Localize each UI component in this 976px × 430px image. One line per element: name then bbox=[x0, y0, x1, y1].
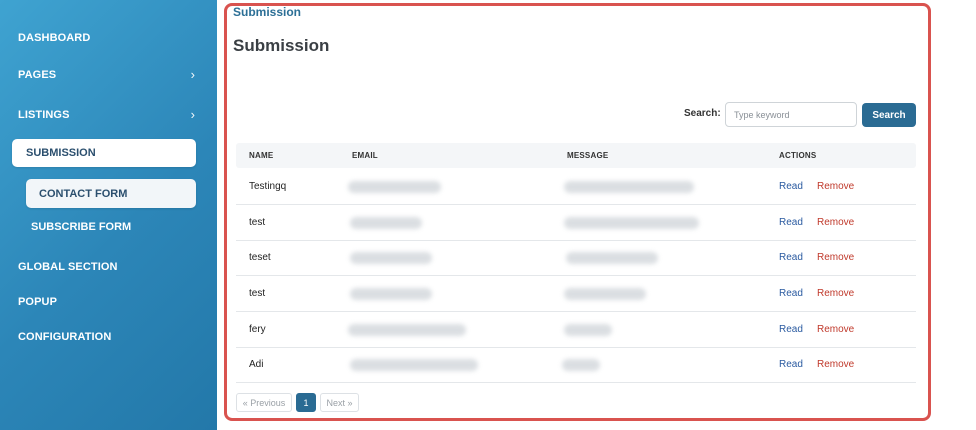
redacted-email bbox=[350, 288, 432, 300]
redacted-message bbox=[564, 217, 699, 229]
redacted-message bbox=[564, 324, 612, 336]
column-header-message: MESSAGE bbox=[567, 151, 609, 160]
sidebar-item-configuration[interactable]: CONFIGURATION bbox=[18, 331, 195, 343]
sidebar-item-label: SUBMISSION bbox=[26, 147, 96, 159]
redacted-email bbox=[348, 324, 466, 336]
remove-link[interactable]: Remove bbox=[817, 252, 854, 263]
column-header-email: EMAIL bbox=[352, 151, 378, 160]
search-label: Search: bbox=[684, 108, 721, 119]
sidebar: DASHBOARD PAGES › LISTINGS › SUBMISSION … bbox=[0, 0, 217, 430]
breadcrumb[interactable]: Submission bbox=[233, 5, 301, 19]
sidebar-item-label: GLOBAL SECTION bbox=[18, 261, 118, 273]
pagination-next[interactable]: Next » bbox=[320, 393, 359, 412]
search-input[interactable] bbox=[725, 102, 857, 127]
sidebar-item-subscribe-form[interactable]: SUBSCRIBE FORM bbox=[31, 221, 131, 233]
pagination-previous[interactable]: « Previous bbox=[236, 393, 292, 412]
read-link[interactable]: Read bbox=[779, 252, 803, 263]
cell-name: fery bbox=[249, 324, 266, 335]
pagination-page-1[interactable]: 1 bbox=[296, 393, 316, 412]
chevron-right-icon: › bbox=[190, 107, 195, 122]
column-header-name: NAME bbox=[249, 151, 274, 160]
cell-name: Testingq bbox=[249, 181, 287, 192]
read-link[interactable]: Read bbox=[779, 181, 803, 192]
sidebar-item-listings[interactable]: LISTINGS › bbox=[18, 107, 195, 122]
cell-name: test bbox=[249, 288, 266, 299]
table-row: teset Read Remove bbox=[236, 240, 916, 276]
redacted-message bbox=[566, 252, 658, 264]
sidebar-item-label: LISTINGS bbox=[18, 108, 70, 121]
sidebar-item-label: PAGES bbox=[18, 68, 57, 81]
remove-link[interactable]: Remove bbox=[817, 288, 854, 299]
redacted-email bbox=[350, 359, 478, 371]
redacted-email bbox=[350, 252, 432, 264]
sidebar-item-label: DASHBOARD bbox=[18, 32, 91, 44]
cell-name: Adi bbox=[249, 359, 264, 370]
sidebar-item-submission[interactable]: SUBMISSION bbox=[12, 139, 196, 167]
column-header-actions: ACTIONS bbox=[779, 151, 817, 160]
table-row: test Read Remove bbox=[236, 276, 916, 312]
sidebar-item-label: CONTACT FORM bbox=[39, 187, 128, 200]
chevron-right-icon: › bbox=[190, 67, 195, 82]
remove-link[interactable]: Remove bbox=[817, 181, 854, 192]
table-row: test Read Remove bbox=[236, 205, 916, 241]
cell-name: test bbox=[249, 217, 266, 228]
sidebar-item-pages[interactable]: PAGES › bbox=[18, 67, 195, 82]
redacted-message bbox=[564, 181, 694, 193]
sidebar-item-popup[interactable]: POPUP bbox=[18, 296, 195, 308]
read-link[interactable]: Read bbox=[779, 359, 803, 370]
redacted-message bbox=[564, 288, 646, 300]
table-header: NAME EMAIL MESSAGE ACTIONS bbox=[236, 143, 916, 168]
page-title: Submission bbox=[233, 36, 330, 55]
sidebar-item-dashboard[interactable]: DASHBOARD bbox=[18, 32, 195, 44]
sidebar-item-label: SUBSCRIBE FORM bbox=[31, 221, 132, 233]
cell-name: teset bbox=[249, 252, 271, 263]
remove-link[interactable]: Remove bbox=[817, 217, 854, 228]
redacted-message bbox=[562, 359, 600, 371]
read-link[interactable]: Read bbox=[779, 217, 803, 228]
redacted-email bbox=[350, 217, 422, 229]
read-link[interactable]: Read bbox=[779, 324, 803, 335]
table-row: Adi Read Remove bbox=[236, 347, 916, 383]
table-row: fery Read Remove bbox=[236, 312, 916, 348]
sidebar-item-label: POPUP bbox=[18, 296, 58, 308]
remove-link[interactable]: Remove bbox=[817, 359, 854, 370]
table-row: Testingq Read Remove bbox=[236, 169, 916, 205]
sidebar-item-global-section[interactable]: GLOBAL SECTION bbox=[18, 261, 195, 273]
remove-link[interactable]: Remove bbox=[817, 324, 854, 335]
sidebar-item-contact-form[interactable]: CONTACT FORM bbox=[26, 179, 196, 208]
redacted-email bbox=[348, 181, 441, 193]
sidebar-item-label: CONFIGURATION bbox=[18, 331, 112, 343]
search-button[interactable]: Search bbox=[862, 103, 916, 127]
read-link[interactable]: Read bbox=[779, 288, 803, 299]
